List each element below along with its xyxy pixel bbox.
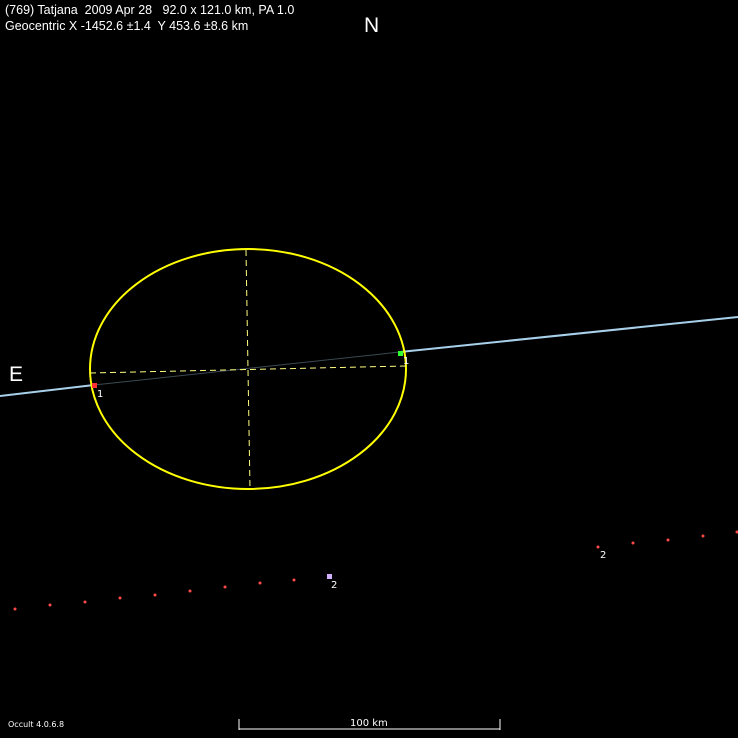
miss-dot — [83, 600, 87, 604]
chord-1-label-west: 1 — [403, 356, 409, 367]
miss-dot — [292, 578, 296, 582]
observer-2-label-east: 2 — [331, 580, 337, 591]
ellipse-minor-axis — [245, 249, 251, 490]
occultation-plot: (769) Tatjana 2009 Apr 28 92.0 x 121.0 k… — [0, 0, 738, 738]
miss-dot — [153, 593, 157, 597]
chord-1-disappearance-marker — [92, 383, 97, 388]
observer-2-miss-path — [13, 530, 738, 611]
miss-dot — [631, 541, 635, 545]
miss-dot — [188, 589, 192, 593]
scale-bar-label: 100 km — [350, 718, 388, 729]
miss-dot — [666, 538, 670, 542]
software-version: Occult 4.0.6.8 — [8, 720, 65, 729]
chord-1-path-west — [399, 316, 738, 353]
observer-2-marker — [327, 574, 332, 579]
chord-1-label-east: 1 — [97, 389, 103, 400]
asteroid-profile-ellipse — [89, 248, 407, 490]
miss-dot — [13, 607, 17, 611]
plot-canvas: 1 1 2 2 — [0, 248, 738, 730]
miss-dot — [596, 545, 600, 549]
miss-dot — [48, 603, 52, 607]
chord-1-occulted-segment — [93, 351, 401, 386]
miss-dot — [258, 581, 262, 585]
miss-dot — [118, 596, 122, 600]
observer-2-label-west: 2 — [600, 550, 606, 561]
chord-1-path-east — [0, 384, 95, 397]
miss-dot — [223, 585, 227, 589]
miss-dot — [701, 534, 705, 538]
